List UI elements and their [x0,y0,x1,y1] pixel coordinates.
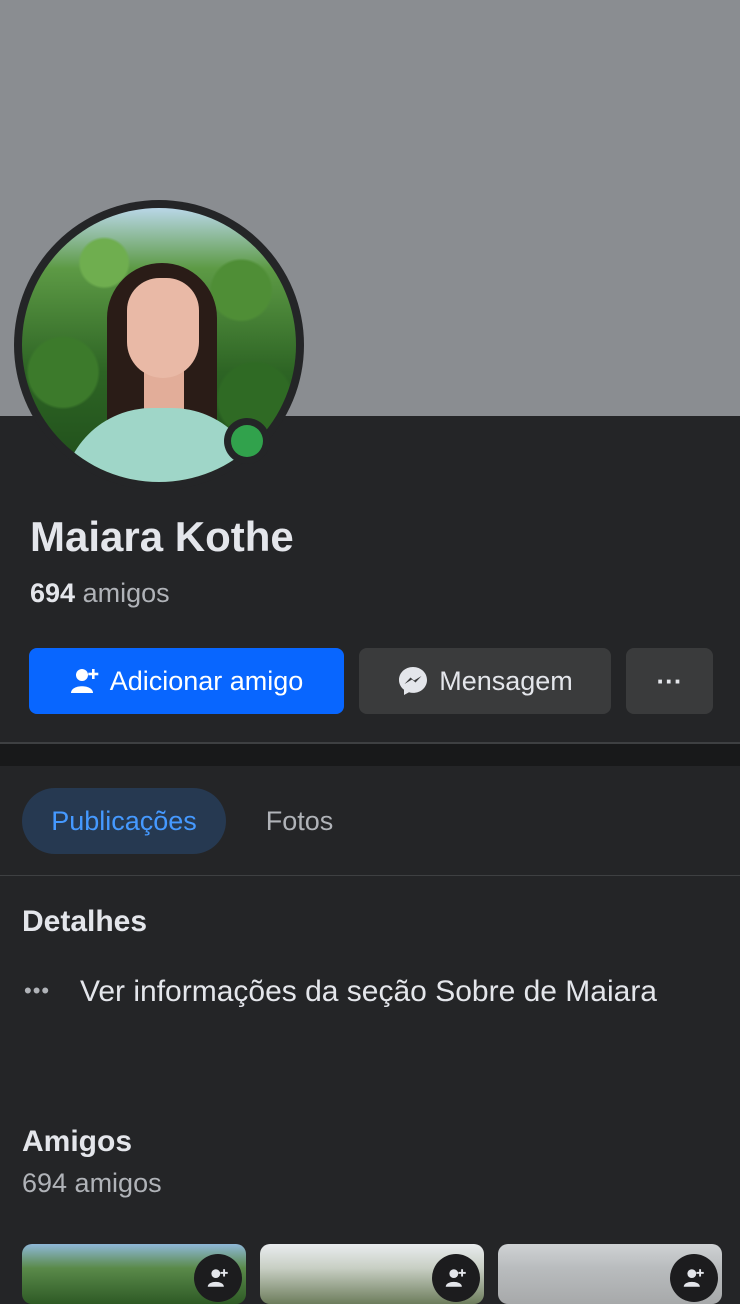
add-friend-icon[interactable] [670,1254,718,1302]
profile-name: Maiara Kothe [30,513,294,560]
more-dots-icon: ··· [656,665,683,696]
friends-word: amigos [82,578,170,608]
message-label: Mensagem [439,665,573,696]
friends-number: 694 [30,578,76,608]
tab-publicacoes[interactable]: Publicações [22,788,226,854]
friend-thumbnail[interactable] [498,1244,722,1304]
about-section-link[interactable]: Ver informações da seção Sobre de Maiara [80,972,700,1012]
messenger-icon [397,665,429,697]
section-band [0,744,740,766]
online-status-indicator [224,418,270,464]
friend-thumbnail[interactable] [22,1244,246,1304]
add-friend-icon[interactable] [432,1254,480,1302]
details-heading: Detalhes [22,905,148,938]
friends-section-count: 694 amigos [22,1168,162,1198]
friends-heading: Amigos [22,1125,133,1158]
more-options-button[interactable]: ··· [626,648,713,714]
add-friend-icon[interactable] [194,1254,242,1302]
more-dots-icon: ••• [24,978,51,1003]
add-user-icon [70,666,100,696]
message-button[interactable]: Mensagem [359,648,611,714]
add-friend-button[interactable]: Adicionar amigo [29,648,344,714]
friend-thumbnail[interactable] [260,1244,484,1304]
profile-friends-count[interactable]: 694 amigos [30,578,170,609]
tabs-divider [0,875,740,876]
tab-fotos[interactable]: Fotos [252,788,347,854]
add-friend-label: Adicionar amigo [109,665,304,696]
